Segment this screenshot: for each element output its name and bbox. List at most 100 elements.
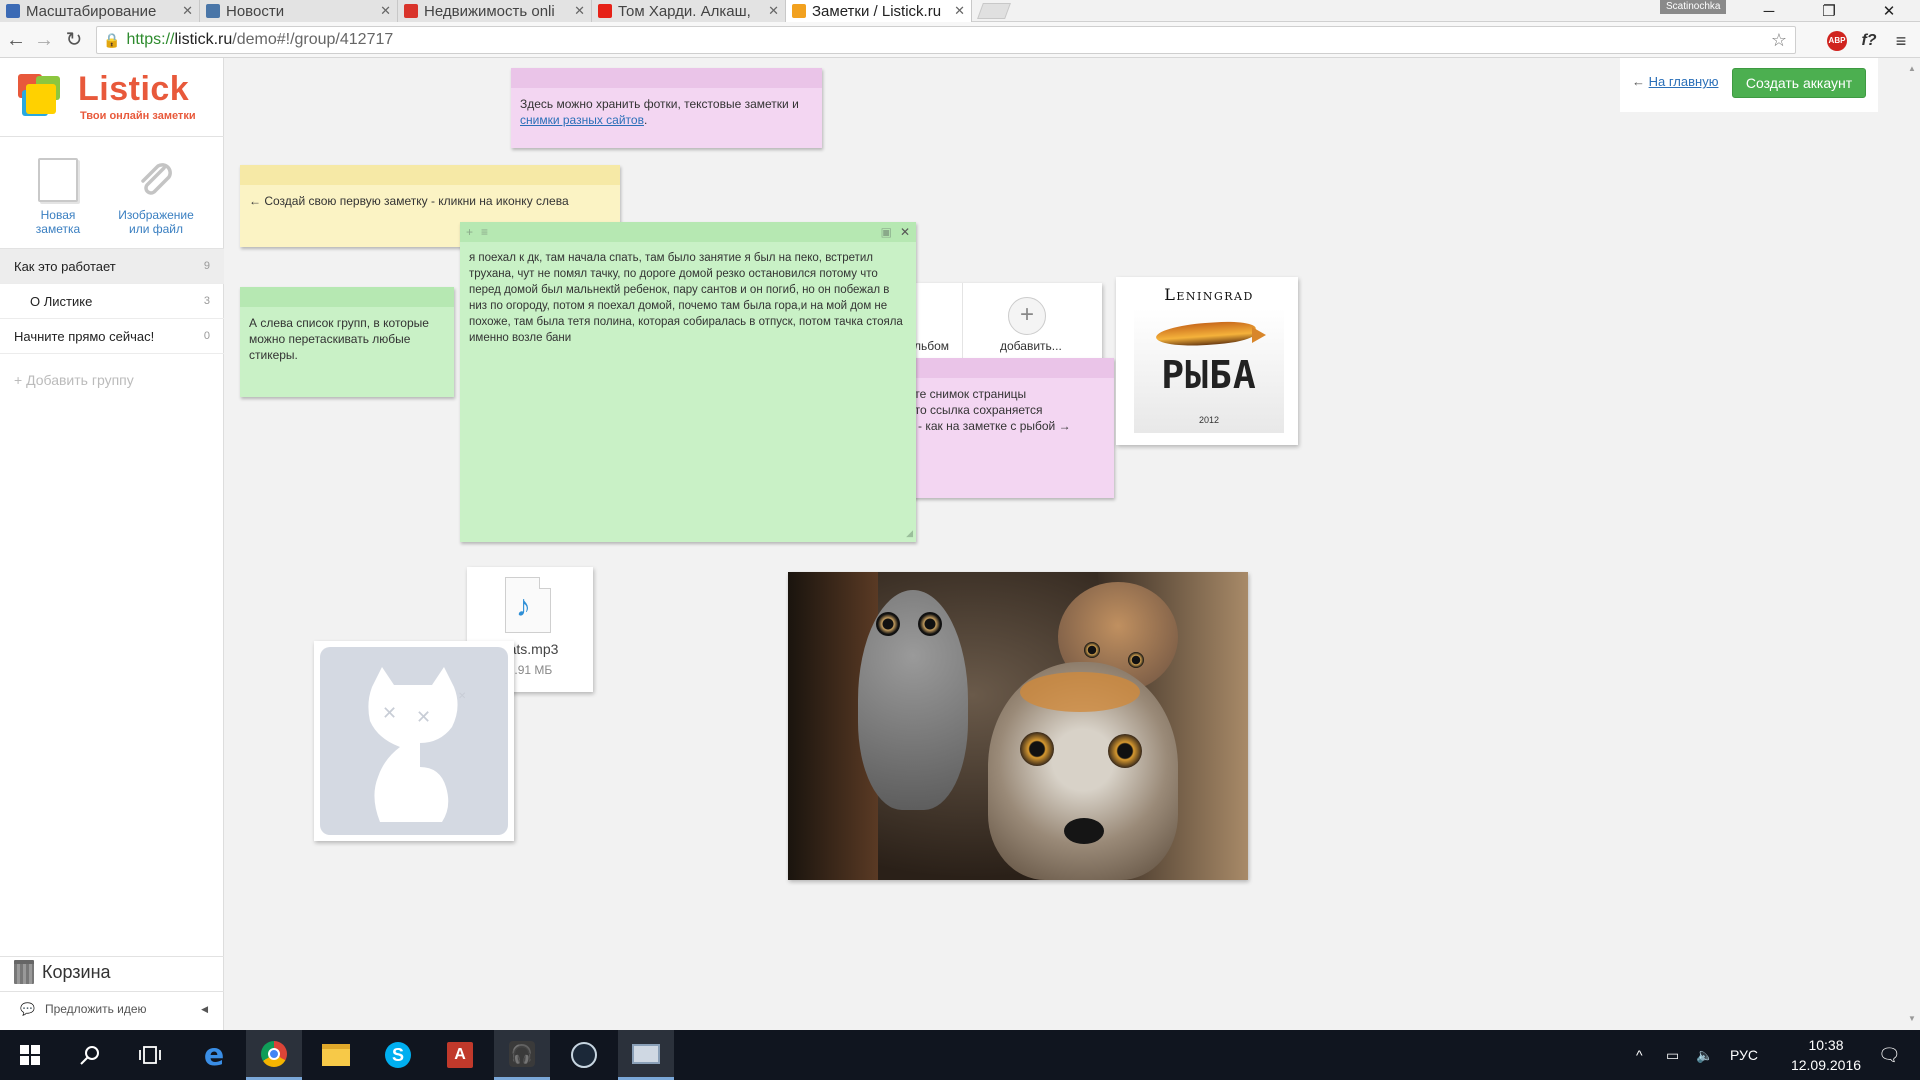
group-item-how-it-works[interactable]: Как это работает 9 [0,249,224,284]
tab-favicon-icon [404,4,418,18]
lemur-eye [876,612,900,636]
save-icon[interactable]: ▣ [881,225,892,239]
note-header[interactable]: + ≡ ▣ ✕ [460,222,916,242]
new-tab-button[interactable] [977,3,1011,19]
edge-icon[interactable]: e [186,1030,242,1080]
group-item-about-listick[interactable]: О Листике 3 [0,284,224,319]
close-tab-icon[interactable]: ✕ [176,3,193,19]
add-icon[interactable]: + [466,225,473,239]
photo-card[interactable] [788,572,1248,880]
lemur-eye [1108,734,1142,768]
access-app-icon[interactable]: A [432,1030,488,1080]
browser-tab[interactable]: Том Харди. Алкаш, ✕ [592,0,786,22]
note-text: А слева список групп, в которые можно пе… [249,316,429,362]
battery-icon[interactable]: ▭ [1666,1030,1679,1080]
new-note-button[interactable]: Новая заметка [8,158,108,236]
menu-icon[interactable]: ≡ [1890,30,1912,52]
tray-chevron-icon[interactable]: ^ [1636,1030,1643,1080]
audio-file-icon: ♪ [505,577,551,633]
add-image-plus-icon[interactable]: + [1008,297,1046,335]
window-app-icon[interactable] [618,1030,674,1080]
tab-label: Масштабирование [26,2,157,20]
sticky-note[interactable]: А слева список групп, в которые можно пе… [240,287,454,397]
image-card[interactable]: ✕ ✕ ✕ [314,641,514,841]
forward-arrow-icon[interactable]: → [32,28,56,52]
close-tab-icon[interactable]: ✕ [948,3,965,19]
chrome-icon[interactable] [246,1030,302,1080]
svg-text:✕: ✕ [416,707,431,728]
browser-tab-active[interactable]: Заметки / Listick.ru ✕ [786,0,972,22]
skype-icon[interactable]: S [370,1030,426,1080]
bookmark-star-icon[interactable]: ☆ [1771,30,1787,51]
browser-tab[interactable]: Масштабирование ✕ [0,0,200,22]
lemur-eye [1020,732,1054,766]
tab-favicon-icon [6,4,20,18]
note-header[interactable] [511,68,822,88]
profile-badge[interactable]: Scatinochka [1660,0,1727,14]
close-tab-icon[interactable]: ✕ [374,3,391,19]
note-text-editor[interactable]: я поехал к дк, там начала спать, там был… [460,242,916,354]
browser-tab[interactable]: Новости ✕ [200,0,398,22]
logo[interactable]: Listick Твои онлайн заметки [18,70,218,130]
add-group-button[interactable]: + Добавить группу [14,372,134,388]
note-page-icon [38,158,78,202]
divider [0,956,224,957]
sticky-note[interactable]: Здесь можно хранить фотки, текстовые зам… [511,68,822,148]
close-icon[interactable]: ✕ [900,225,910,239]
scroll-down-icon[interactable]: ▼ [1908,1014,1916,1023]
minimize-icon[interactable]: ─ [1746,0,1792,22]
restore-icon[interactable]: ❐ [1806,0,1852,22]
scroll-up-icon[interactable]: ▲ [1908,64,1916,73]
attach-file-button[interactable]: Изображение или файл [106,158,206,236]
volume-icon[interactable]: 🔈 [1696,1030,1713,1080]
collapse-arrow-icon[interactable]: ◀ [201,1004,208,1015]
language-indicator[interactable]: РУС [1730,1030,1758,1080]
logo-tagline: Твои онлайн заметки [80,110,196,122]
browser-tab[interactable]: Недвижимость onli ✕ [398,0,592,22]
clock-date: 12.09.2016 [1790,1057,1862,1073]
back-arrow-icon[interactable]: ← [4,28,28,52]
clock[interactable]: 10:38 12.09.2016 [1776,1030,1876,1080]
list-icon[interactable]: ≡ [481,225,488,239]
group-label: О Листике [30,293,93,309]
lemur-eye [1128,652,1144,668]
group-count: 0 [203,330,210,342]
paperclip-icon [134,158,178,202]
address-bar[interactable]: 🔒 https:// listick.ru /demo#!/group/4127… [96,26,1796,54]
close-window-icon[interactable]: ✕ [1866,0,1912,22]
website-snapshot-card[interactable]: Leningrad РЫБА 2012 [1116,277,1298,445]
websites-snapshot-link[interactable]: снимки разных сайтов [520,113,644,127]
start-windows-icon[interactable] [2,1030,58,1080]
note-header[interactable] [240,287,454,307]
close-tab-icon[interactable]: ✕ [568,3,585,19]
create-account-button[interactable]: Создать аккаунт [1732,68,1866,98]
reload-icon[interactable]: ↻ [62,28,86,52]
speech-bubble-icon: 💬 [20,1002,35,1016]
sticky-note-editing[interactable]: + ≡ ▣ ✕ я поехал к дк, там начала спать,… [460,222,916,542]
note-header[interactable] [240,165,620,185]
group-item-start-now[interactable]: Начните прямо сейчас! 0 [0,319,224,354]
tab-favicon-icon [598,4,612,18]
close-tab-icon[interactable]: ✕ [762,3,779,19]
lemur-crown [1020,672,1140,712]
listick-page: Listick Твои онлайн заметки Новая заметк… [0,58,1920,1030]
task-view-icon[interactable] [122,1030,178,1080]
search-icon[interactable] [62,1030,118,1080]
adblock-icon[interactable]: ABP [1826,30,1848,52]
notifications-icon[interactable]: 🗨 [1878,1030,1901,1080]
steam-icon[interactable] [556,1030,612,1080]
lemur-eye [918,612,942,636]
scrollbar[interactable]: ▲ ▼ [1904,58,1920,1030]
group-count: 3 [203,295,210,307]
file-explorer-icon[interactable] [308,1030,364,1080]
headphones-app-icon[interactable]: 🎧 [494,1030,550,1080]
logo-title: Listick [78,70,190,108]
extension-fx-icon[interactable]: f? [1858,30,1880,52]
note-text: ← Создай свою первую заметку - кликни на… [249,194,569,208]
note-line: ете снимок страницы [908,387,1027,401]
home-link[interactable]: ← На главную [1632,74,1718,89]
trash-button[interactable]: Корзина [14,960,214,984]
suggest-idea-button[interactable]: 💬 Предложить идею ◀ [20,1002,220,1016]
resize-handle-icon[interactable]: ◢ [906,528,913,539]
leningrad-word: РЫБА [1161,353,1257,397]
